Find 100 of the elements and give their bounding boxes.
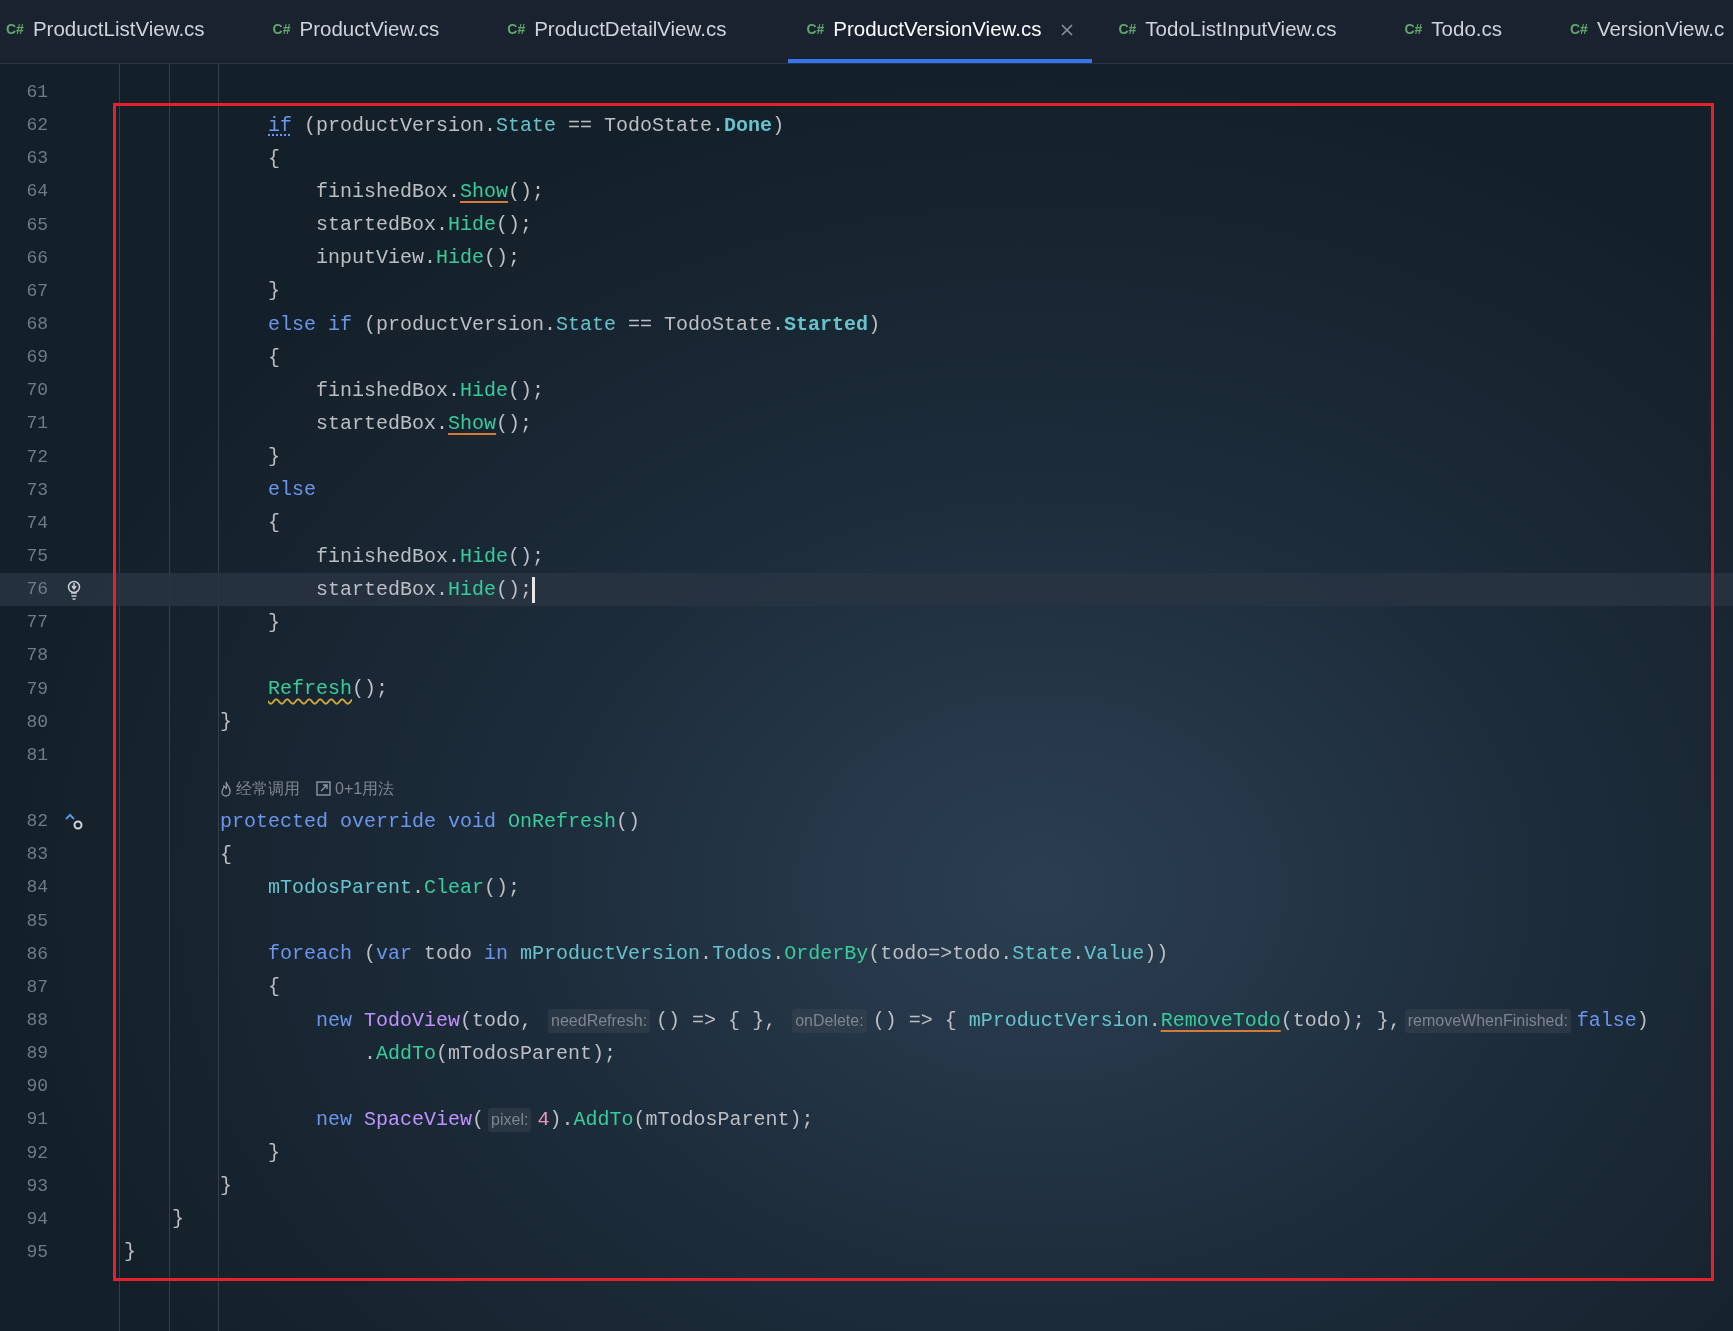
arrow-box-icon	[316, 781, 331, 796]
caret-circle-icon	[64, 811, 84, 832]
code-text: (productVersion.	[363, 311, 557, 338]
line-number: 67	[25, 279, 48, 303]
method-name: RemoveTodo	[1160, 1007, 1281, 1034]
file-type-icon: C#	[507, 19, 526, 40]
tab-label: ProductView.cs	[299, 16, 440, 43]
line-number: 72	[25, 445, 48, 469]
line-number: 85	[25, 909, 48, 933]
line-number: 64	[25, 180, 48, 204]
code-lens-link[interactable]: 经常调用	[220, 776, 300, 801]
code-text: }	[220, 1173, 232, 1200]
code-text: todo	[423, 941, 474, 968]
line-number: 70	[25, 379, 48, 403]
tab-label: Todo.cs	[1431, 16, 1502, 43]
line-number: 77	[25, 611, 48, 635]
code-text: (mTodosParent);	[633, 1106, 814, 1133]
keyword: false	[1576, 1007, 1637, 1034]
code-text: == TodoState.	[627, 311, 785, 338]
line-number: 75	[25, 545, 48, 569]
enum-member: Started	[784, 311, 869, 338]
code-text: startedBox.	[316, 410, 449, 437]
code-text: }	[220, 709, 232, 736]
type-name: TodoView	[364, 1007, 461, 1034]
parameter-hint: needRefresh:	[548, 1008, 651, 1033]
code-text: finishedBox.	[316, 179, 461, 205]
line-number: 83	[25, 843, 48, 867]
file-tab[interactable]: C# ProductListView.cs	[0, 0, 251, 63]
code-text: ();	[484, 245, 521, 272]
code-text: ).	[549, 1106, 574, 1133]
line-number: 69	[25, 346, 48, 370]
member-name: mProductVersion	[520, 941, 701, 968]
file-type-icon: C#	[1118, 19, 1137, 40]
code-text: (	[472, 1106, 485, 1133]
keyword: new	[316, 1007, 353, 1034]
member-name: mProductVersion	[968, 1007, 1149, 1034]
code-text: .	[364, 1040, 376, 1067]
line-number: 90	[25, 1075, 48, 1099]
line-number: 73	[25, 478, 48, 502]
flame-icon	[220, 780, 232, 797]
line-number: 92	[25, 1141, 48, 1165]
code-text: .	[412, 874, 425, 901]
code-text: () => {	[872, 1007, 958, 1034]
line-number: 82	[25, 810, 48, 834]
code-lens-link[interactable]: 0+1用法	[316, 776, 395, 801]
code-text: finishedBox.	[316, 543, 461, 570]
code-text: )	[772, 112, 785, 139]
text-cursor	[532, 576, 536, 603]
line-number: 61	[25, 81, 48, 105]
code-text: ))	[1144, 941, 1169, 968]
member-name: mTodosParent	[268, 874, 413, 901]
code-text: .	[772, 941, 785, 968]
code-text: (todo=>todo.	[868, 941, 1013, 968]
code-text: (mTodosParent);	[436, 1040, 617, 1067]
line-number: 74	[25, 511, 48, 535]
keyword: if	[268, 112, 292, 139]
file-tab[interactable]: C# ProductView.cs	[266, 0, 486, 63]
line-number: 79	[25, 677, 48, 701]
file-tab[interactable]: C# Todo.cs	[1398, 0, 1548, 63]
lightbulb-icon	[66, 578, 82, 601]
code-text: }	[124, 1239, 136, 1266]
code-text: (productVersion.	[303, 112, 497, 139]
method-name: Show	[460, 179, 509, 205]
line-number: 62	[25, 114, 48, 138]
method-name: OnRefresh	[508, 808, 617, 835]
method-name: Show	[448, 410, 497, 437]
method-name: Refresh	[268, 676, 352, 703]
member-name: Value	[1084, 941, 1145, 968]
code-text: inputView.	[316, 245, 437, 272]
close-icon[interactable]	[1060, 22, 1075, 37]
code-text: ();	[496, 576, 533, 603]
line-number: 80	[25, 710, 48, 734]
file-tab[interactable]: C# TodoListInputView.cs	[1112, 0, 1383, 63]
file-type-icon: C#	[1570, 19, 1588, 40]
line-number: 94	[25, 1207, 48, 1231]
code-text: {	[268, 510, 280, 537]
code-text: .	[1148, 1007, 1161, 1034]
file-tab[interactable]: C# ProductDetailView.cs	[501, 0, 773, 63]
code-text: }	[268, 1140, 280, 1167]
line-number: 93	[25, 1174, 48, 1198]
line-number: 66	[25, 246, 48, 270]
code-text: ();	[508, 179, 545, 205]
member-name: State	[496, 112, 557, 139]
code-text: ();	[352, 676, 389, 703]
file-tab[interactable]: C# VersionView.c	[1564, 0, 1733, 63]
number-literal: 4	[537, 1106, 550, 1133]
file-type-icon: C#	[272, 19, 291, 40]
code-text: }	[268, 278, 280, 305]
code-text: (	[363, 941, 377, 968]
member-name: State	[556, 311, 617, 338]
keyword: protected override void	[220, 808, 498, 835]
line-number: 87	[25, 975, 48, 999]
code-text: ();	[496, 212, 533, 239]
parameter-hint: onDelete:	[792, 1008, 867, 1033]
tab-label: VersionView.c	[1596, 16, 1725, 43]
member-name: State	[1012, 941, 1073, 968]
code-text: )	[1636, 1007, 1649, 1034]
code-text: }	[268, 444, 280, 471]
method-name: Hide	[436, 245, 485, 272]
code-text: }	[172, 1206, 184, 1233]
